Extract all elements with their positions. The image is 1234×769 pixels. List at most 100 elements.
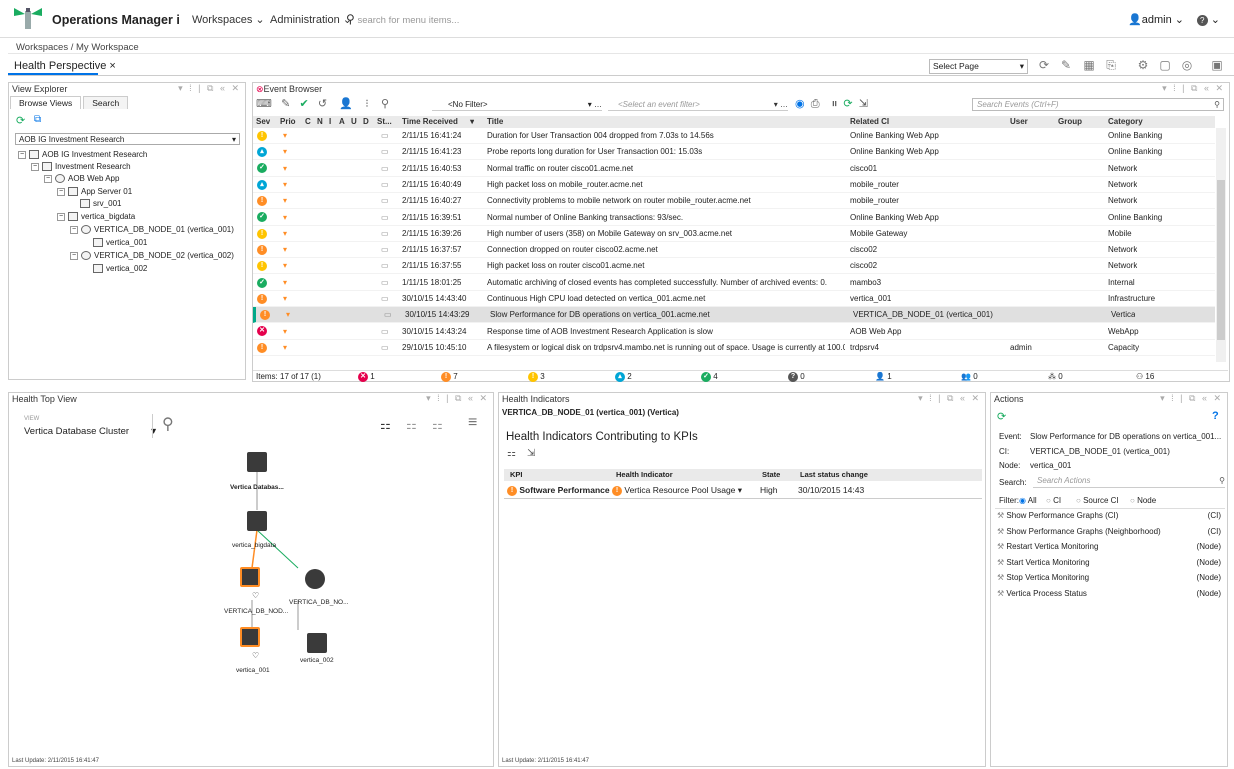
breadcrumb[interactable]: Workspaces / My Workspace xyxy=(16,42,139,53)
action-item[interactable]: ⚒ Stop Vertica Monitoring (Node) xyxy=(997,573,1221,587)
col-health-indicator[interactable]: Health Indicator xyxy=(616,469,673,481)
panel-controls[interactable]: ▾ ⁞ | ⧉ « ✕ xyxy=(178,83,241,94)
grid-icon[interactable]: ▦ xyxy=(1082,58,1096,72)
panel-controls[interactable]: ▾ ⁞ | ⧉ « ✕ xyxy=(1162,83,1225,94)
menu-search-input[interactable]: ⚲ search for menu items... xyxy=(346,12,459,26)
nav-workspaces[interactable]: Workspaces ⌄ xyxy=(192,13,265,26)
vertica-002-host-icon[interactable] xyxy=(307,633,327,653)
table-row[interactable]: ✓ ▾ ▭ 2/11/15 16:39:51 Normal number of Onli… xyxy=(253,210,1215,226)
tree-node[interactable]: − AOB Web App xyxy=(44,173,119,185)
normal-count[interactable]: ✓ 4 xyxy=(701,371,718,383)
filter-user-icon[interactable]: ⚲ xyxy=(381,98,389,110)
view-selector[interactable]: Vertica Database Cluster ▾ xyxy=(24,426,156,437)
col-kpi[interactable]: KPI xyxy=(510,469,523,481)
related-icon[interactable]: ⁝ xyxy=(365,98,369,110)
assigned-group-count[interactable]: 👥 0 xyxy=(961,371,978,383)
vertica-001-host-icon[interactable] xyxy=(240,627,260,647)
database-cluster-node-icon[interactable] xyxy=(247,452,267,472)
assigned-to-me-count[interactable]: 👤 1 xyxy=(875,371,892,383)
user-menu[interactable]: 👤admin ⌄ xyxy=(1128,13,1184,26)
help-icon[interactable]: ? xyxy=(1212,410,1219,422)
col-state[interactable]: St... xyxy=(377,116,392,128)
refresh-icon[interactable]: ⟳ xyxy=(16,114,25,127)
minor-count[interactable]: ▴ 2 xyxy=(615,371,632,383)
collapse-icon[interactable]: − xyxy=(70,225,78,234)
collapse-icon[interactable]: − xyxy=(57,212,65,221)
settings-icon[interactable]: ⚙ xyxy=(1136,58,1150,72)
table-row[interactable]: ▴ ▾ ▭ 2/11/15 16:40:49 High packet loss on m… xyxy=(253,177,1215,193)
col-prio[interactable]: Prio xyxy=(280,116,296,128)
layout-radial-icon[interactable]: ⚏ xyxy=(432,418,443,432)
pause-icon[interactable]: ⏸ xyxy=(832,98,838,110)
hi-table-row[interactable]: ! Software Performance ! Vertica Resourc… xyxy=(504,483,982,497)
refresh-icon[interactable]: ⟳ xyxy=(997,410,1006,423)
col-state[interactable]: State xyxy=(762,469,780,481)
col-i[interactable]: I xyxy=(329,116,331,128)
critical-count[interactable]: ✕ 1 xyxy=(358,371,375,383)
export-icon[interactable]: ⇲ xyxy=(527,448,535,459)
table-row[interactable]: ! ▾ ▭ 2/11/15 16:37:55 High packet loss on r… xyxy=(253,258,1215,275)
panel-controls[interactable]: ▾ ⁞ | ⧉ « ✕ xyxy=(918,393,981,404)
action-item[interactable]: ⚒ Vertica Process Status (Node) xyxy=(997,589,1221,603)
menu-icon[interactable]: ≡ xyxy=(468,414,477,432)
scrollbar-thumb[interactable] xyxy=(1217,180,1225,340)
layout-hierarchy-icon[interactable]: ⚏ xyxy=(380,418,391,432)
related-count[interactable]: ⚇ 16 xyxy=(1136,371,1154,383)
action-item[interactable]: ⚒ Restart Vertica Monitoring (Node) xyxy=(997,542,1221,556)
search-icon[interactable]: ⚲ xyxy=(162,414,174,434)
action-item[interactable]: ⚒ Start Vertica Monitoring (Node) xyxy=(997,558,1221,572)
tree-node[interactable]: vertica_001 xyxy=(93,237,147,249)
tree-node[interactable]: vertica_002 xyxy=(93,263,147,275)
tree-node[interactable]: srv_001 xyxy=(80,198,121,210)
tab-health-perspective[interactable]: Health Perspective × xyxy=(14,60,116,72)
table-row[interactable]: ✓ ▾ ▭ 2/11/15 16:40:53 Normal traffic on rou… xyxy=(253,161,1215,177)
tree-node[interactable]: − Investment Research xyxy=(31,161,131,173)
event-details-icon[interactable]: ⌨ xyxy=(256,98,272,110)
panel-controls[interactable]: ▾ ⁞ | ⧉ « ✕ xyxy=(1160,393,1223,404)
table-row[interactable]: ▴ ▾ ▭ 2/11/15 16:41:23 Probe reports long du… xyxy=(253,144,1215,161)
action-item[interactable]: ⚒ Show Performance Graphs (Neighborhood)… xyxy=(997,527,1221,541)
filter-ci-radio[interactable]: ○ CI xyxy=(1046,496,1061,505)
export-icon[interactable]: ⇲ xyxy=(859,98,868,110)
tree-node[interactable]: − AOB IG Investment Research xyxy=(18,149,147,161)
table-row[interactable]: ! ▾ ▭ 30/10/15 14:43:40 Continuous High CPU … xyxy=(253,291,1215,307)
app-title[interactable]: Operations Manager i xyxy=(52,13,180,27)
collapse-icon[interactable]: − xyxy=(18,150,26,159)
table-row[interactable]: ✓ ▾ ▭ 1/11/15 18:01:25 Automatic archiving o… xyxy=(253,275,1215,291)
table-row[interactable]: ! ▾ ▭ 29/10/15 10:45:10 A filesystem or logi… xyxy=(253,340,1215,356)
collapse-icon[interactable]: − xyxy=(44,174,52,183)
refresh-icon[interactable]: ⟳ xyxy=(843,98,852,110)
unassigned-count[interactable]: ⁂ 0 xyxy=(1048,371,1063,383)
layout-tree-icon[interactable]: ⚏ xyxy=(406,418,417,432)
new-page-icon[interactable]: ⎘ xyxy=(1104,58,1118,72)
col-u[interactable]: U xyxy=(351,116,357,128)
table-row[interactable]: ! ▾ ▭ 2/11/15 16:39:26 High number of users … xyxy=(253,226,1215,242)
col-related-ci[interactable]: Related CI xyxy=(850,116,889,128)
col-c[interactable]: C xyxy=(305,116,311,128)
collapse-icon[interactable]: − xyxy=(57,187,65,196)
tab-search[interactable]: Search xyxy=(83,96,129,109)
col-user[interactable]: User xyxy=(1010,116,1028,128)
close-event-icon[interactable]: ✔ xyxy=(299,98,308,110)
col-a[interactable]: A xyxy=(339,116,345,128)
event-search-input[interactable]: Search Events (Ctrl+F) ⚲ xyxy=(972,98,1224,111)
reopen-icon[interactable]: ↺ xyxy=(318,98,327,110)
col-title[interactable]: Title xyxy=(487,116,503,128)
col-group[interactable]: Group xyxy=(1058,116,1082,128)
select-page-dropdown[interactable]: Select Page ▾ xyxy=(929,59,1028,74)
major-count[interactable]: ! 7 xyxy=(441,371,458,383)
view-selector-dropdown[interactable]: AOB IG Investment Research ▾ xyxy=(15,133,240,145)
tree-node[interactable]: − VERTICA_DB_NODE_01 (vertica_001) xyxy=(70,224,234,236)
hierarchy-icon[interactable]: ⚏ xyxy=(507,448,516,459)
filter-all-radio[interactable]: ◉ All xyxy=(1019,496,1037,505)
tree-node[interactable]: − App Server 01 xyxy=(57,186,132,198)
table-row[interactable]: ! ▾ ▭ 2/11/15 16:41:24 Duration for User Tra… xyxy=(253,128,1215,144)
filter-node-radio[interactable]: ○ Node xyxy=(1130,496,1156,505)
actions-search-input[interactable]: Search Actions ⚲ xyxy=(1033,476,1225,488)
globe-icon[interactable]: ◉ xyxy=(795,98,805,110)
col-category[interactable]: Category xyxy=(1108,116,1143,128)
db-node-02-icon[interactable] xyxy=(305,569,325,589)
action-item[interactable]: ⚒ Show Performance Graphs (CI) (CI) xyxy=(997,511,1221,525)
event-filter-dropdown[interactable]: <No Filter> ▾ … xyxy=(432,99,602,111)
col-n[interactable]: N xyxy=(317,116,323,128)
